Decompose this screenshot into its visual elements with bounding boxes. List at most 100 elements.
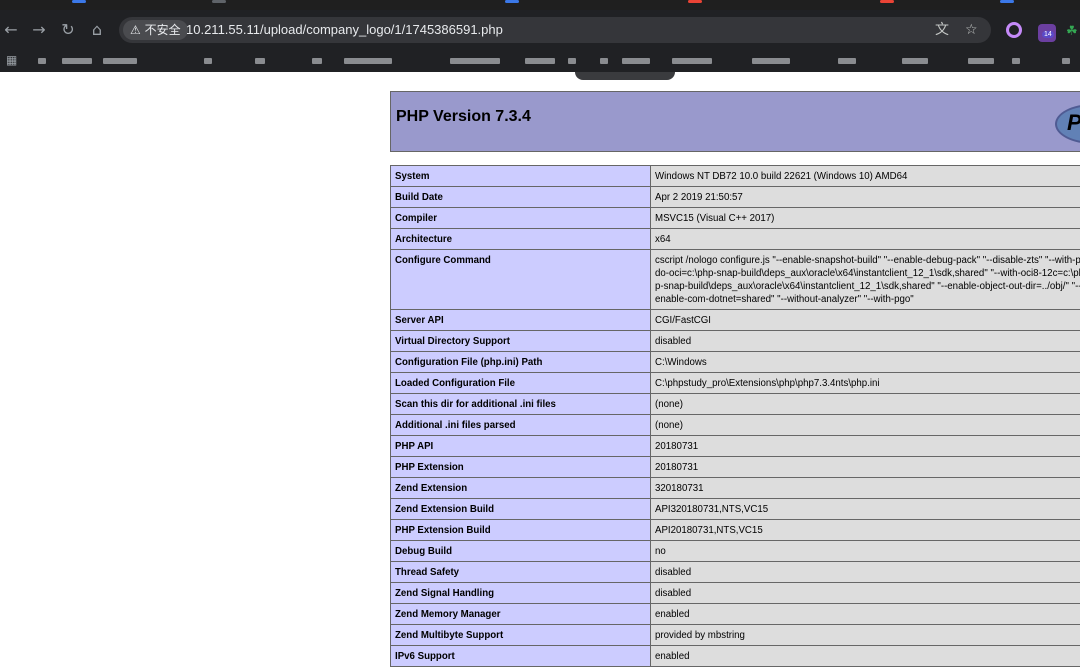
forward-icon[interactable]: → <box>28 19 50 41</box>
table-row: Configure Command cscript /nologo configu… <box>390 249 1080 310</box>
table-row: Scan this dir for additional .ini files(… <box>390 393 1080 415</box>
bookmark-item[interactable] <box>38 58 46 64</box>
row-key: Zend Memory Manager <box>390 603 651 625</box>
php-info-body: System Windows NT DB72 10.0 build 22621 (… <box>390 165 1080 667</box>
table-row: Virtual Directory Support disabled <box>390 330 1080 352</box>
browser-toolbar: ← → ↻ ⌂ ⚠ 不安全 10.211.55.11/upload/compan… <box>0 10 1080 50</box>
row-value: C:\Windows <box>650 351 1080 373</box>
url-text[interactable]: 10.211.55.11/upload/company_logo/1/17453… <box>186 17 503 43</box>
bookmark-item[interactable] <box>1012 58 1020 64</box>
row-value: CGI/FastCGI <box>650 309 1080 331</box>
tab-indicator <box>880 0 894 3</box>
row-value: provided by mbstring <box>650 624 1080 646</box>
security-chip[interactable]: ⚠ 不安全 <box>123 20 188 40</box>
extension-icon[interactable]: 14 <box>1038 24 1056 42</box>
warning-icon: ⚠ <box>130 23 141 37</box>
table-row: Compiler MSVC15 (Visual C++ 2017) <box>390 207 1080 229</box>
row-value: API20180731,NTS,VC15 <box>650 519 1080 541</box>
row-value: x64 <box>650 228 1080 250</box>
row-value: enabled <box>650 645 1080 667</box>
bookmark-item[interactable] <box>255 58 265 64</box>
row-value: 20180731 <box>650 435 1080 457</box>
table-row: IPv6 Support enabled <box>390 645 1080 667</box>
row-key: Architecture <box>390 228 651 250</box>
table-row: Server API CGI/FastCGI <box>390 309 1080 331</box>
bookmark-item[interactable] <box>600 58 608 64</box>
table-row: Zend Memory Manager enabled <box>390 603 1080 625</box>
bookmark-item[interactable] <box>1062 58 1070 64</box>
bookmark-item[interactable] <box>568 58 576 64</box>
php-version-header: PHP Version 7.3.4 P <box>390 91 1080 152</box>
row-value: (none) <box>650 393 1080 415</box>
table-row: Zend Extension Build API320180731,NTS,VC1… <box>390 498 1080 520</box>
php-logo[interactable]: P <box>1055 104 1080 144</box>
row-value: disabled <box>650 330 1080 352</box>
row-key: Additional .ini files parsed <box>390 414 651 436</box>
table-row: PHP Extension Build API20180731,NTS,VC15 <box>390 519 1080 541</box>
address-bar[interactable]: ⚠ 不安全 10.211.55.11/upload/company_logo/1… <box>119 17 991 43</box>
row-key: Configuration File (php.ini) Path <box>390 351 651 373</box>
row-value: MSVC15 (Visual C++ 2017) <box>650 207 1080 229</box>
bookmarks-bar: ▦ <box>0 50 1080 72</box>
row-key: Zend Extension <box>390 477 651 499</box>
reload-icon[interactable]: ↻ <box>57 19 79 41</box>
row-key: IPv6 Support <box>390 645 651 667</box>
bookmark-item[interactable] <box>752 58 790 64</box>
table-row: Configuration File (php.ini) Path C:\Wind… <box>390 351 1080 373</box>
row-key: PHP API <box>390 435 651 457</box>
row-key: Build Date <box>390 186 651 208</box>
row-value: disabled <box>650 582 1080 604</box>
php-info-table: System Windows NT DB72 10.0 build 22621 (… <box>390 165 1080 667</box>
bookmark-item[interactable] <box>103 58 137 64</box>
tab-strip[interactable] <box>0 0 1080 10</box>
tab-indicator <box>505 0 519 3</box>
tab-indicator <box>72 0 86 3</box>
bookmark-popup-edge <box>575 72 675 80</box>
row-value: cscript /nologo configure.js "--enable-s… <box>650 249 1080 310</box>
apps-grid-icon[interactable]: ▦ <box>6 53 17 67</box>
row-value: disabled <box>650 561 1080 583</box>
bookmark-item[interactable] <box>450 58 500 64</box>
extension-ring-icon[interactable] <box>1006 22 1022 38</box>
row-key: Compiler <box>390 207 651 229</box>
table-row: Loaded Configuration File C:\phpstudy_pro… <box>390 372 1080 394</box>
bookmark-item[interactable] <box>344 58 392 64</box>
row-key: Zend Signal Handling <box>390 582 651 604</box>
row-value: 20180731 <box>650 456 1080 478</box>
row-key: Virtual Directory Support <box>390 330 651 352</box>
table-row: Zend Extension 320180731 <box>390 477 1080 499</box>
row-key: Zend Extension Build <box>390 498 651 520</box>
row-key: Scan this dir for additional .ini files <box>390 393 651 415</box>
row-key: Loaded Configuration File <box>390 372 651 394</box>
row-key: PHP Extension <box>390 456 651 478</box>
row-value: 320180731 <box>650 477 1080 499</box>
bookmark-item[interactable] <box>62 58 92 64</box>
bookmark-item[interactable] <box>672 58 712 64</box>
bookmark-item[interactable] <box>312 58 322 64</box>
tab-indicator <box>212 0 226 3</box>
table-row: Thread Safety disabled <box>390 561 1080 583</box>
row-value: C:\phpstudy_pro\Extensions\php\php7.3.4n… <box>650 372 1080 394</box>
bookmark-item[interactable] <box>204 58 212 64</box>
row-value: Apr 2 2019 21:50:57 <box>650 186 1080 208</box>
bookmark-item[interactable] <box>902 58 928 64</box>
bookmark-item[interactable] <box>622 58 650 64</box>
row-key: Server API <box>390 309 651 331</box>
row-key: System <box>390 165 651 187</box>
bookmark-star-icon[interactable]: ☆ <box>965 17 978 43</box>
translate-icon[interactable]: 文 <box>935 17 949 43</box>
back-icon[interactable]: ← <box>0 19 22 41</box>
table-row: System Windows NT DB72 10.0 build 22621 (… <box>390 165 1080 187</box>
row-value: enabled <box>650 603 1080 625</box>
table-row: Architecture x64 <box>390 228 1080 250</box>
bookmark-item[interactable] <box>525 58 555 64</box>
bookmark-item[interactable] <box>838 58 856 64</box>
bookmark-item[interactable] <box>968 58 994 64</box>
row-key: Thread Safety <box>390 561 651 583</box>
row-key: Configure Command <box>390 249 651 310</box>
home-icon[interactable]: ⌂ <box>86 19 108 41</box>
row-value: API320180731,NTS,VC15 <box>650 498 1080 520</box>
extension-leaf-icon[interactable]: ☘ <box>1066 24 1078 39</box>
row-key: PHP Extension Build <box>390 519 651 541</box>
row-value: no <box>650 540 1080 562</box>
